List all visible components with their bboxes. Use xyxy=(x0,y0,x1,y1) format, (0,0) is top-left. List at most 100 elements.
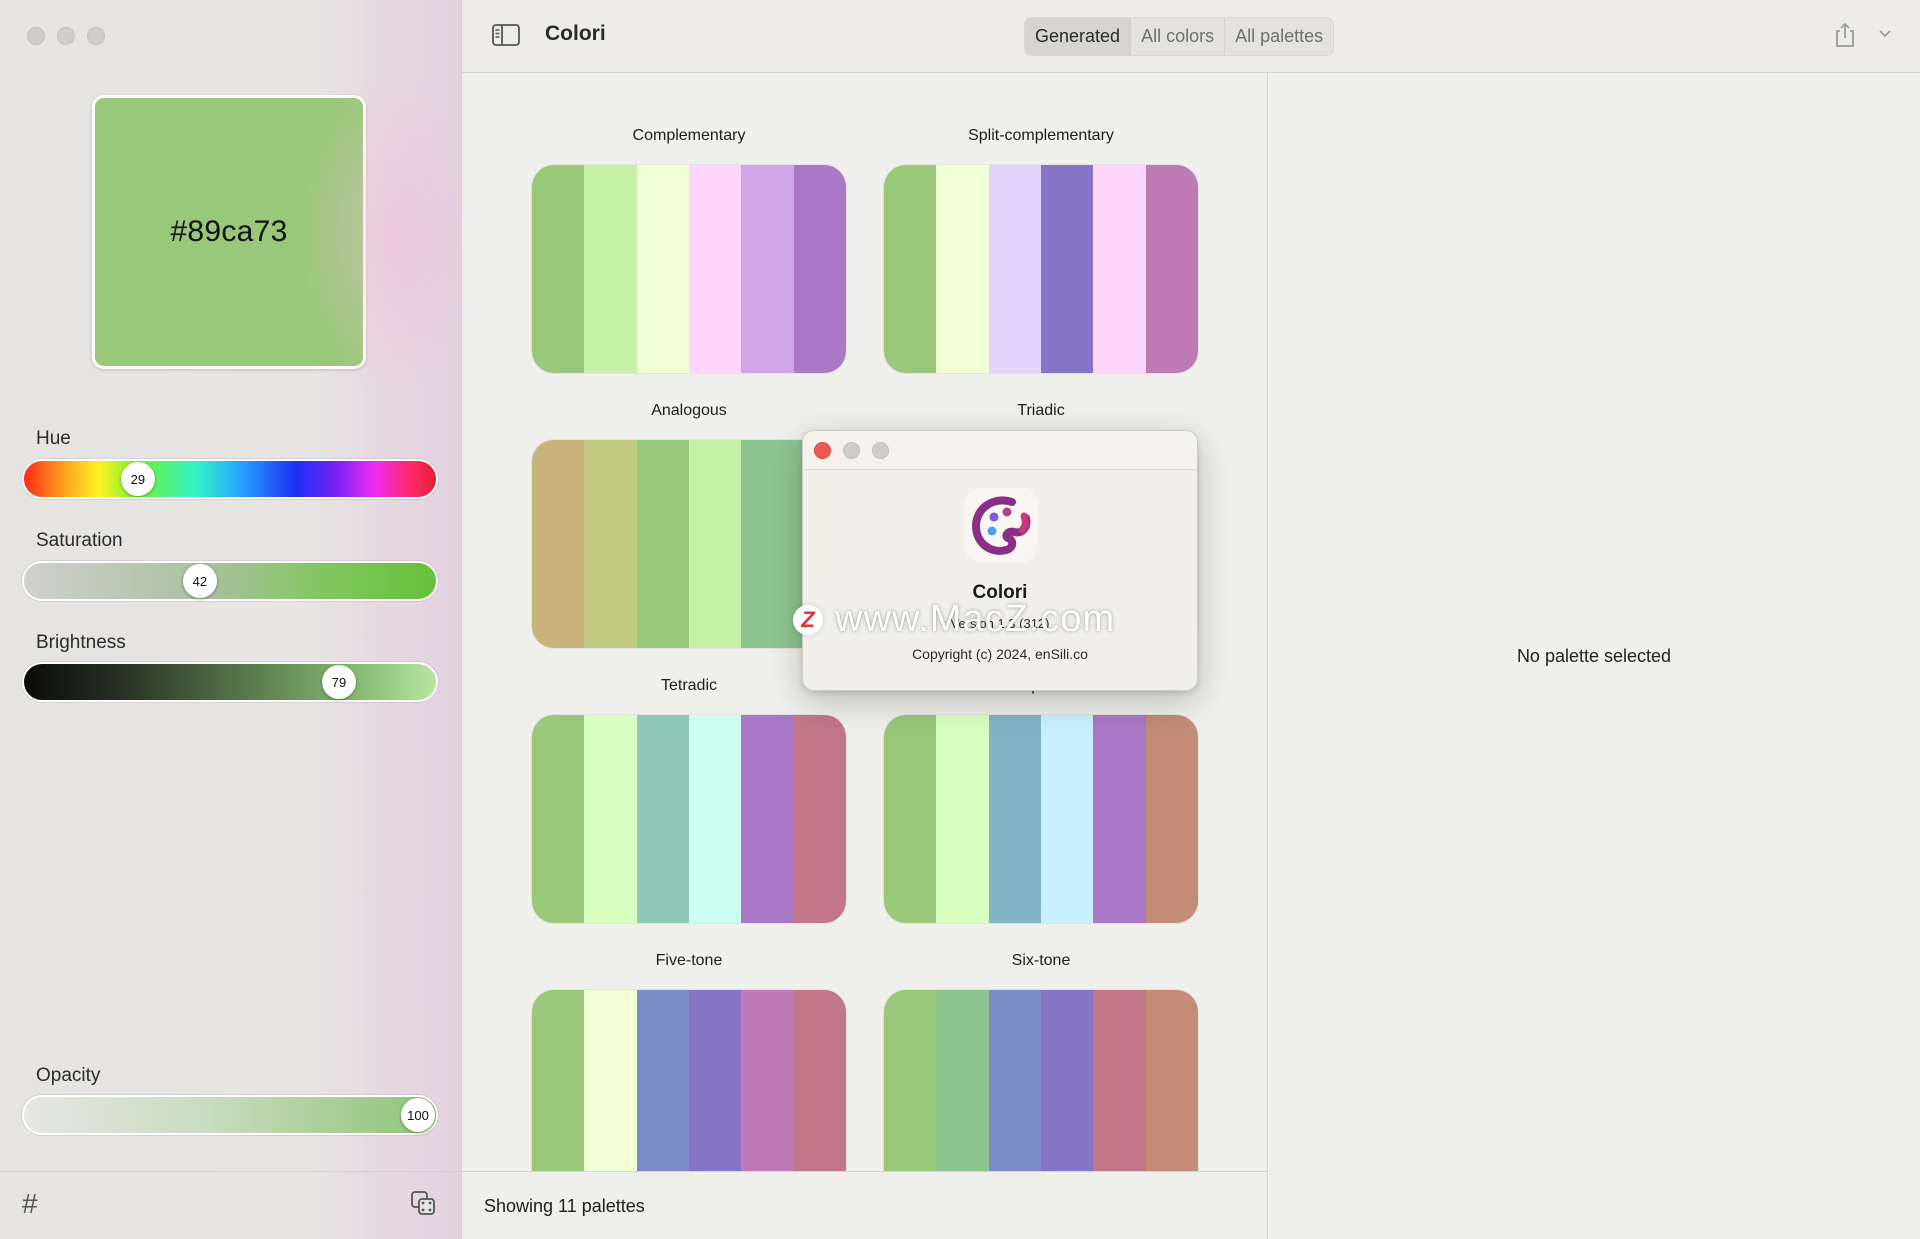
palette-color-swatch xyxy=(988,990,1041,1171)
palette-card[interactable]: Square xyxy=(884,675,1198,923)
opacity-slider[interactable]: 100 xyxy=(22,1095,438,1135)
color-sidebar: #89ca73 Hue 29 Saturation 42 Brightness … xyxy=(0,0,462,1239)
palette-color-swatch xyxy=(793,990,846,1171)
palette-color-swatch xyxy=(1093,715,1146,923)
palette-card[interactable]: Analogous xyxy=(532,400,846,648)
palette-title: Five-tone xyxy=(655,952,723,969)
palette-card[interactable]: Split-complementary xyxy=(884,125,1198,373)
app-window: #89ca73 Hue 29 Saturation 42 Brightness … xyxy=(0,0,1920,1239)
empty-state-label: No palette selected xyxy=(1516,646,1672,666)
palette-title: Tetradic xyxy=(660,677,718,694)
palette-color-swatch xyxy=(688,440,742,648)
palette-swatch-strip[interactable] xyxy=(532,715,846,923)
about-zoom-button xyxy=(872,442,889,459)
about-dialog: Colori Version 1.3 (312) Copyright (c) 2… xyxy=(802,430,1198,691)
close-window-button[interactable] xyxy=(27,27,45,45)
minimize-window-button[interactable] xyxy=(57,27,75,45)
palette-color-swatch xyxy=(1093,990,1146,1171)
palette-color-swatch xyxy=(532,165,585,373)
saturation-slider[interactable]: 42 xyxy=(22,561,438,601)
palette-color-swatch xyxy=(741,165,794,373)
palette-color-swatch xyxy=(793,165,846,373)
palette-color-swatch xyxy=(936,990,989,1171)
zoom-window-button[interactable] xyxy=(87,27,105,45)
palette-color-swatch xyxy=(1040,165,1094,373)
about-close-button[interactable] xyxy=(814,442,831,459)
about-minimize-button xyxy=(843,442,860,459)
palette-color-swatch xyxy=(988,165,1041,373)
app-icon xyxy=(964,488,1038,562)
palette-color-swatch xyxy=(884,990,937,1171)
palette-swatch-strip[interactable] xyxy=(532,165,846,373)
palette-color-swatch xyxy=(793,715,846,923)
palette-count: Showing 11 palettes xyxy=(484,1196,645,1216)
palette-swatch-strip[interactable] xyxy=(884,715,1198,923)
palette-card[interactable]: Tetradic xyxy=(532,675,846,923)
palette-color-swatch xyxy=(584,990,637,1171)
palette-color-swatch xyxy=(1040,990,1094,1171)
palette-color-swatch xyxy=(741,715,794,923)
palette-title: Analogous xyxy=(651,402,727,419)
share-icon[interactable] xyxy=(1834,22,1856,48)
tab-all-palettes[interactable]: All palettes xyxy=(1225,18,1333,55)
palette-color-swatch xyxy=(1145,165,1198,373)
brightness-label: Brightness xyxy=(36,632,126,653)
palette-color-swatch xyxy=(884,715,937,923)
palette-color-swatch xyxy=(636,440,689,648)
palette-swatch-strip[interactable] xyxy=(532,990,846,1171)
hue-label: Hue xyxy=(36,428,71,449)
palette-title: Six-tone xyxy=(1011,952,1071,969)
palette-color-swatch xyxy=(532,715,585,923)
hue-slider[interactable]: 29 xyxy=(22,459,438,499)
palette-color-swatch xyxy=(688,165,742,373)
status-bar: Showing 11 palettes xyxy=(462,1171,1267,1239)
palette-color-swatch xyxy=(936,165,989,373)
brightness-slider-knob[interactable]: 79 xyxy=(322,665,357,699)
palette-color-swatch xyxy=(688,990,742,1171)
palette-color-swatch xyxy=(532,440,585,648)
window-controls xyxy=(27,27,105,45)
palette-color-swatch xyxy=(1145,715,1198,923)
tab-all-colors[interactable]: All colors xyxy=(1131,18,1226,55)
tab-generated[interactable]: Generated xyxy=(1025,18,1132,55)
chevron-down-icon[interactable] xyxy=(1878,28,1892,40)
palette-title: Complementary xyxy=(632,127,746,144)
about-app-name: Colori xyxy=(972,582,1028,603)
hex-value: #89ca73 xyxy=(170,215,288,248)
palette-swatch-strip[interactable] xyxy=(532,440,846,648)
dice-icon[interactable] xyxy=(410,1190,436,1216)
saturation-slider-knob[interactable]: 42 xyxy=(182,564,217,598)
palette-title: Triadic xyxy=(1017,402,1065,419)
about-window-controls xyxy=(814,442,889,459)
palette-color-swatch xyxy=(532,990,585,1171)
window-title: Colori xyxy=(545,22,606,45)
palette-swatch-strip[interactable] xyxy=(884,165,1198,373)
color-swatch[interactable]: #89ca73 xyxy=(92,95,366,369)
hash-icon[interactable]: # xyxy=(22,1188,38,1220)
opacity-slider-knob[interactable]: 100 xyxy=(401,1098,435,1132)
palette-color-swatch xyxy=(936,715,989,923)
palette-swatch-strip[interactable] xyxy=(884,990,1198,1171)
palette-color-swatch xyxy=(1093,165,1146,373)
saturation-label: Saturation xyxy=(36,530,123,551)
about-titlebar xyxy=(803,431,1197,470)
palette-card[interactable]: Six-tone xyxy=(884,950,1198,1171)
palette-color-swatch xyxy=(884,165,937,373)
palette-color-swatch xyxy=(584,715,637,923)
opacity-label: Opacity xyxy=(36,1065,101,1086)
palette-color-swatch xyxy=(584,165,637,373)
palette-color-swatch xyxy=(584,440,637,648)
brightness-slider[interactable]: 79 xyxy=(22,662,438,702)
palette-color-swatch xyxy=(636,715,689,923)
palette-color-swatch xyxy=(741,990,794,1171)
palette-color-swatch xyxy=(636,990,689,1171)
palette-card[interactable]: Five-tone xyxy=(532,950,846,1171)
palette-detail-pane: No palette selected xyxy=(1267,73,1920,1239)
toolbar: Colori Generated All colors All palettes xyxy=(462,0,1920,73)
palette-card[interactable]: Complementary xyxy=(532,125,846,373)
palette-color-swatch xyxy=(1145,990,1198,1171)
palette-color-swatch xyxy=(688,715,742,923)
hue-slider-knob[interactable]: 29 xyxy=(120,462,155,496)
about-copyright: Copyright (c) 2024, enSili.co xyxy=(912,646,1088,662)
sidebar-icon[interactable] xyxy=(492,24,520,46)
